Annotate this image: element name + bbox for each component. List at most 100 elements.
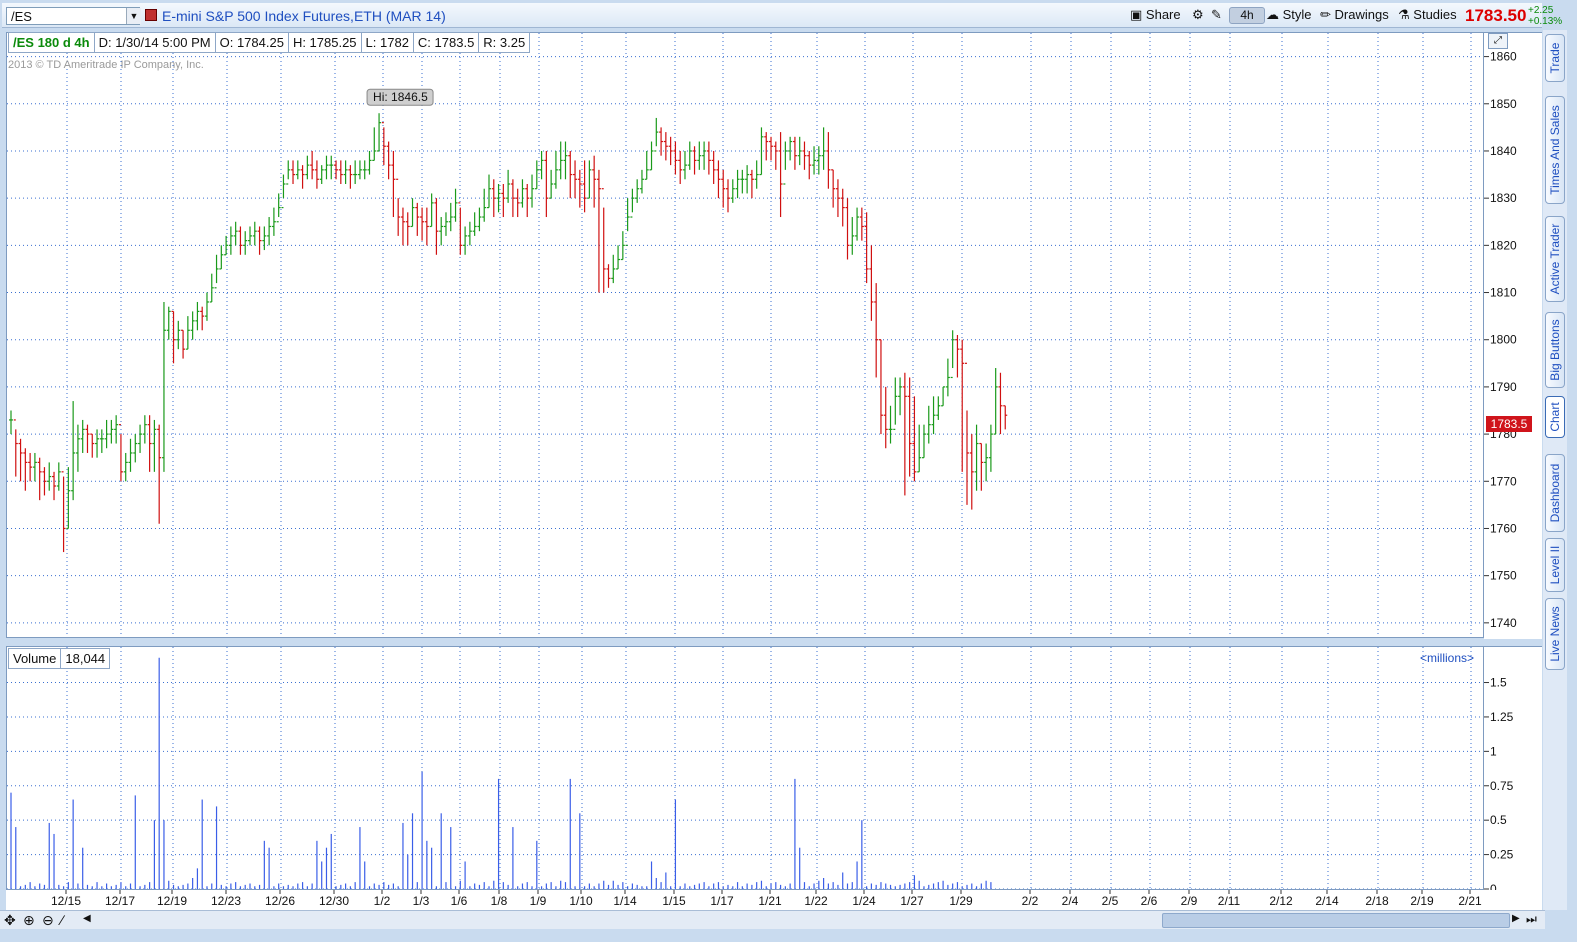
hi-label: Hi: 1846.5: [366, 88, 434, 106]
chart-scrollbar[interactable]: ✥ ⊕ ⊖ ∕ ◀ ▶ ⏭: [0, 910, 1545, 929]
share-label: Share: [1145, 7, 1181, 22]
pan-icon[interactable]: ✥: [4, 912, 16, 929]
time-tick-label: 12/26: [265, 894, 295, 908]
tab-active-trader[interactable]: Active Trader: [1545, 216, 1565, 302]
time-tick-label: 2/4: [1062, 894, 1079, 908]
studies-button[interactable]: ⚗ Studies: [1396, 6, 1459, 24]
price-plot-area[interactable]: Hi: 1846.5: [6, 32, 1484, 638]
tab-big-buttons[interactable]: Big Buttons: [1545, 312, 1565, 388]
time-tick-label: 2/9: [1181, 894, 1198, 908]
ohlc-info-bar: /ES 180 d 4h D: 1/30/14 5:00 PM O: 1784.…: [8, 32, 531, 53]
info-close: C: 1783.5: [412, 32, 480, 53]
style-icon: ☁: [1266, 7, 1279, 22]
time-tick-label: 1/17: [710, 894, 734, 908]
price-tick-label: 1810: [1490, 286, 1517, 300]
price-tick-label: 1800: [1490, 333, 1517, 347]
volume-tick-label: 1.5: [1490, 676, 1507, 690]
tab-trade-label: Trade: [1548, 42, 1562, 74]
volume-tick-label: 0.25: [1490, 848, 1514, 862]
symbol-input[interactable]: /ES: [6, 7, 140, 25]
price-axis[interactable]: 1740 1750 1760 1770 1780 1790 1800 1810 1820 1830…: [1484, 32, 1542, 639]
volume-tick-label: 1: [1490, 744, 1497, 758]
studies-label: Studies: [1413, 7, 1457, 22]
symbol-dropdown-icon[interactable]: ▼: [126, 8, 141, 24]
style-settings-icon[interactable]: ⚙: [1190, 6, 1206, 24]
price-tick-label: 1820: [1490, 238, 1517, 252]
zoom-in-icon[interactable]: ⊕: [23, 912, 35, 929]
right-sidebar: Trade Times And Sales Active Trader Big …: [1543, 30, 1567, 910]
volume-units: <millions>: [1420, 651, 1475, 665]
scroll-left-icon[interactable]: ◀: [83, 913, 91, 924]
tab-chart-label: Chart: [1548, 402, 1562, 432]
app-window: /ES ▼ E-mini S&P 500 Index Futures,ETH (…: [0, 0, 1577, 942]
volume-label-bar: Volume 18,044: [8, 648, 111, 669]
price-tick-label: 1740: [1490, 616, 1517, 630]
scroll-thumb[interactable]: [1162, 913, 1510, 928]
style-button[interactable]: ☁ Style: [1264, 6, 1314, 24]
scroll-end-icon[interactable]: ⏭: [1526, 912, 1537, 927]
tab-level-label: Level II: [1548, 545, 1562, 585]
volume-axis-labels: 00.250.50.7511.251.5: [1484, 676, 1514, 896]
time-tick-label: 2/2: [1022, 894, 1039, 908]
time-tick-label: 2/21: [1458, 894, 1482, 908]
volume-label[interactable]: Volume: [8, 648, 62, 669]
price-tick-label: 1860: [1490, 50, 1517, 64]
time-tick-label: 12/19: [157, 894, 187, 908]
pencil-icon: ✏: [1320, 7, 1331, 22]
time-tick-label: 1/29: [949, 894, 973, 908]
price-chart: Hi: 1846.5: [7, 33, 1483, 637]
volume-plot-area[interactable]: [6, 646, 1484, 890]
tab-times-label: Times And Sales: [1548, 105, 1562, 195]
time-tick-label: 1/15: [662, 894, 686, 908]
tab-news-label: Live News: [1548, 606, 1562, 662]
hi-label-text: Hi: 1846.5: [373, 90, 428, 104]
price-tick-label: 1790: [1490, 380, 1517, 394]
info-high: H: 1785.25: [287, 32, 362, 53]
price-tick-label: 1770: [1490, 474, 1517, 488]
share-button[interactable]: ▣ Share: [1128, 6, 1183, 24]
price-tick-label: 1840: [1490, 144, 1517, 158]
tab-big-label: Big Buttons: [1548, 319, 1562, 381]
time-tick-label: 1/22: [804, 894, 828, 908]
tab-dashboard-label: Dashboard: [1548, 463, 1562, 523]
tab-trade[interactable]: Trade: [1545, 34, 1565, 82]
time-tick-label: 2/5: [1102, 894, 1119, 908]
time-tick-label: 1/10: [569, 894, 593, 908]
time-tick-label: 2/6: [1141, 894, 1158, 908]
time-tick-label: 1/24: [852, 894, 876, 908]
tab-chart[interactable]: Chart: [1545, 396, 1565, 438]
time-axis-labels: 12/15 12/17 12/19 12/23 12/26 12/30 1/2 1/3 1/6 1…: [51, 890, 1482, 908]
style-label: Style: [1282, 7, 1312, 22]
share-icon: ▣: [1130, 7, 1143, 22]
volume-tick-label: 0.75: [1490, 779, 1514, 793]
volume-tick-label: 0.5: [1490, 813, 1507, 827]
time-tick-label: 1/14: [613, 894, 637, 908]
tab-live-news[interactable]: Live News: [1545, 598, 1565, 670]
wrench-icon[interactable]: ✎: [1209, 6, 1224, 24]
tab-dashboard[interactable]: Dashboard: [1545, 454, 1565, 532]
price-tick-label: 1750: [1490, 569, 1517, 583]
drawings-button[interactable]: ✏ Drawings: [1318, 6, 1391, 24]
drawings-label: Drawings: [1334, 7, 1389, 22]
study-label[interactable]: /ES 180 d 4h: [8, 32, 95, 53]
time-axis[interactable]: 12/15 12/17 12/19 12/23 12/26 12/30 1/2 1/3 1/6 1…: [6, 890, 1542, 910]
tab-level-ii[interactable]: Level II: [1545, 538, 1565, 592]
drawing-tool-icon[interactable]: ∕: [61, 912, 63, 928]
info-date: D: 1/30/14 5:00 PM: [93, 32, 216, 53]
change-pct: +0.13%: [1528, 16, 1563, 27]
volume-axis[interactable]: 0 0.25 0.5 0.75 1 1.25 1.5: [1484, 646, 1542, 896]
chart-toolbar: /ES ▼ E-mini S&P 500 Index Futures,ETH (…: [2, 3, 1562, 28]
zoom-out-icon[interactable]: ⊖: [42, 912, 54, 929]
expand-chart-icon[interactable]: ⤢: [1488, 33, 1508, 49]
time-tick-label: 1/9: [530, 894, 547, 908]
symbol-description: E-mini S&P 500 Index Futures,ETH (MAR 14…: [162, 8, 446, 24]
symbol-text: /ES: [11, 9, 32, 24]
info-range: R: 3.25: [478, 32, 531, 53]
aggregation-button[interactable]: 4h: [1229, 7, 1265, 24]
tab-times-and-sales[interactable]: Times And Sales: [1545, 96, 1565, 204]
price-tick-label: 1830: [1490, 191, 1517, 205]
link-color-icon[interactable]: [145, 9, 157, 21]
scroll-right-icon[interactable]: ▶: [1512, 913, 1520, 924]
last-price: 1783.50: [1465, 6, 1527, 25]
time-tick-label: 1/3: [413, 894, 430, 908]
